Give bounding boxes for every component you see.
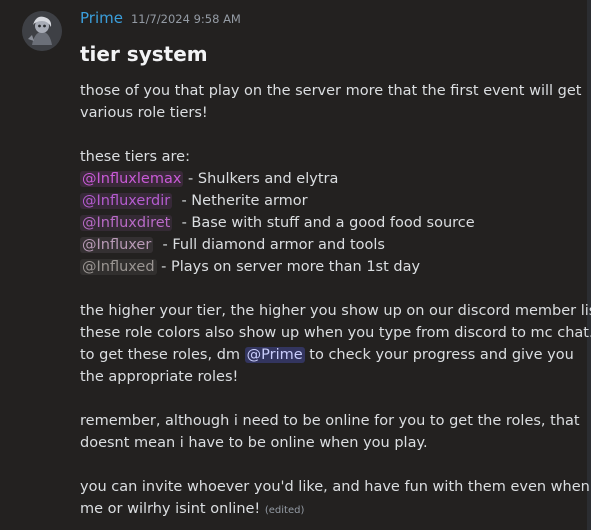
user-mention-prime[interactable]: @Prime xyxy=(244,347,305,363)
text-line: remember, although i need to be online f… xyxy=(80,413,580,429)
text-segment: to get these roles, dm xyxy=(80,347,245,363)
tier-item: @Influxerdir - Netherite armor xyxy=(80,190,580,212)
tier-item: @Influxed - Plays on server more than 1s… xyxy=(80,256,580,278)
avatar[interactable] xyxy=(22,11,62,51)
tier-description: - Plays on server more than 1st day xyxy=(156,259,421,275)
text-segment: to check your progress and give you xyxy=(304,347,574,363)
role-mention-influxdiret[interactable]: @Influxdiret xyxy=(80,215,173,231)
role-mention-influxed[interactable]: @Influxed xyxy=(80,259,157,275)
text-line: to get these roles, dm @Prime to check y… xyxy=(80,344,580,366)
text-line: doesnt mean i have to be online when you… xyxy=(80,435,428,451)
message-header: Prime 11/7/2024 9:58 AM xyxy=(80,9,241,27)
user-avatar-icon xyxy=(22,11,62,51)
tier-description: - Shulkers and elytra xyxy=(183,171,339,187)
tiers-heading: these tiers are: xyxy=(80,149,190,165)
tier-description: - Netherite armor xyxy=(172,193,308,209)
message-body: those of you that play on the server mor… xyxy=(80,80,591,520)
scrollbar-track[interactable] xyxy=(587,0,591,530)
text-line: the higher your tier, the higher you sho… xyxy=(80,303,591,319)
tier-description: - Full diamond armor and tools xyxy=(153,237,385,253)
text-line: these role colors also show up when you … xyxy=(80,325,591,341)
text-line: you can invite whoever you'd like, and h… xyxy=(80,479,590,495)
text-segment: me or wilrhy isint online! xyxy=(80,501,261,517)
role-mention-influxlemax[interactable]: @Influxlemax xyxy=(80,171,184,187)
edited-label[interactable]: (edited) xyxy=(265,505,305,516)
tier-item: @Influxdiret - Base with stuff and a goo… xyxy=(80,212,580,234)
username[interactable]: Prime xyxy=(80,9,123,27)
timestamp[interactable]: 11/7/2024 9:58 AM xyxy=(131,12,241,26)
message-title: tier system xyxy=(80,42,208,66)
text-line: me or wilrhy isint online! (edited) xyxy=(80,498,580,520)
text-line: various role tiers! xyxy=(80,105,208,121)
message-container: Prime 11/7/2024 9:58 AM tier system thos… xyxy=(0,0,591,530)
tier-item: @Influxer - Full diamond armor and tools xyxy=(80,234,580,256)
tier-item: @Influxlemax - Shulkers and elytra xyxy=(80,168,580,190)
role-mention-influxer[interactable]: @Influxer xyxy=(80,237,154,253)
text-line: those of you that play on the server mor… xyxy=(80,83,582,99)
text-line: the appropriate roles! xyxy=(80,369,239,385)
role-mention-influxerdir[interactable]: @Influxerdir xyxy=(80,193,173,209)
tier-description: - Base with stuff and a good food source xyxy=(172,215,475,231)
